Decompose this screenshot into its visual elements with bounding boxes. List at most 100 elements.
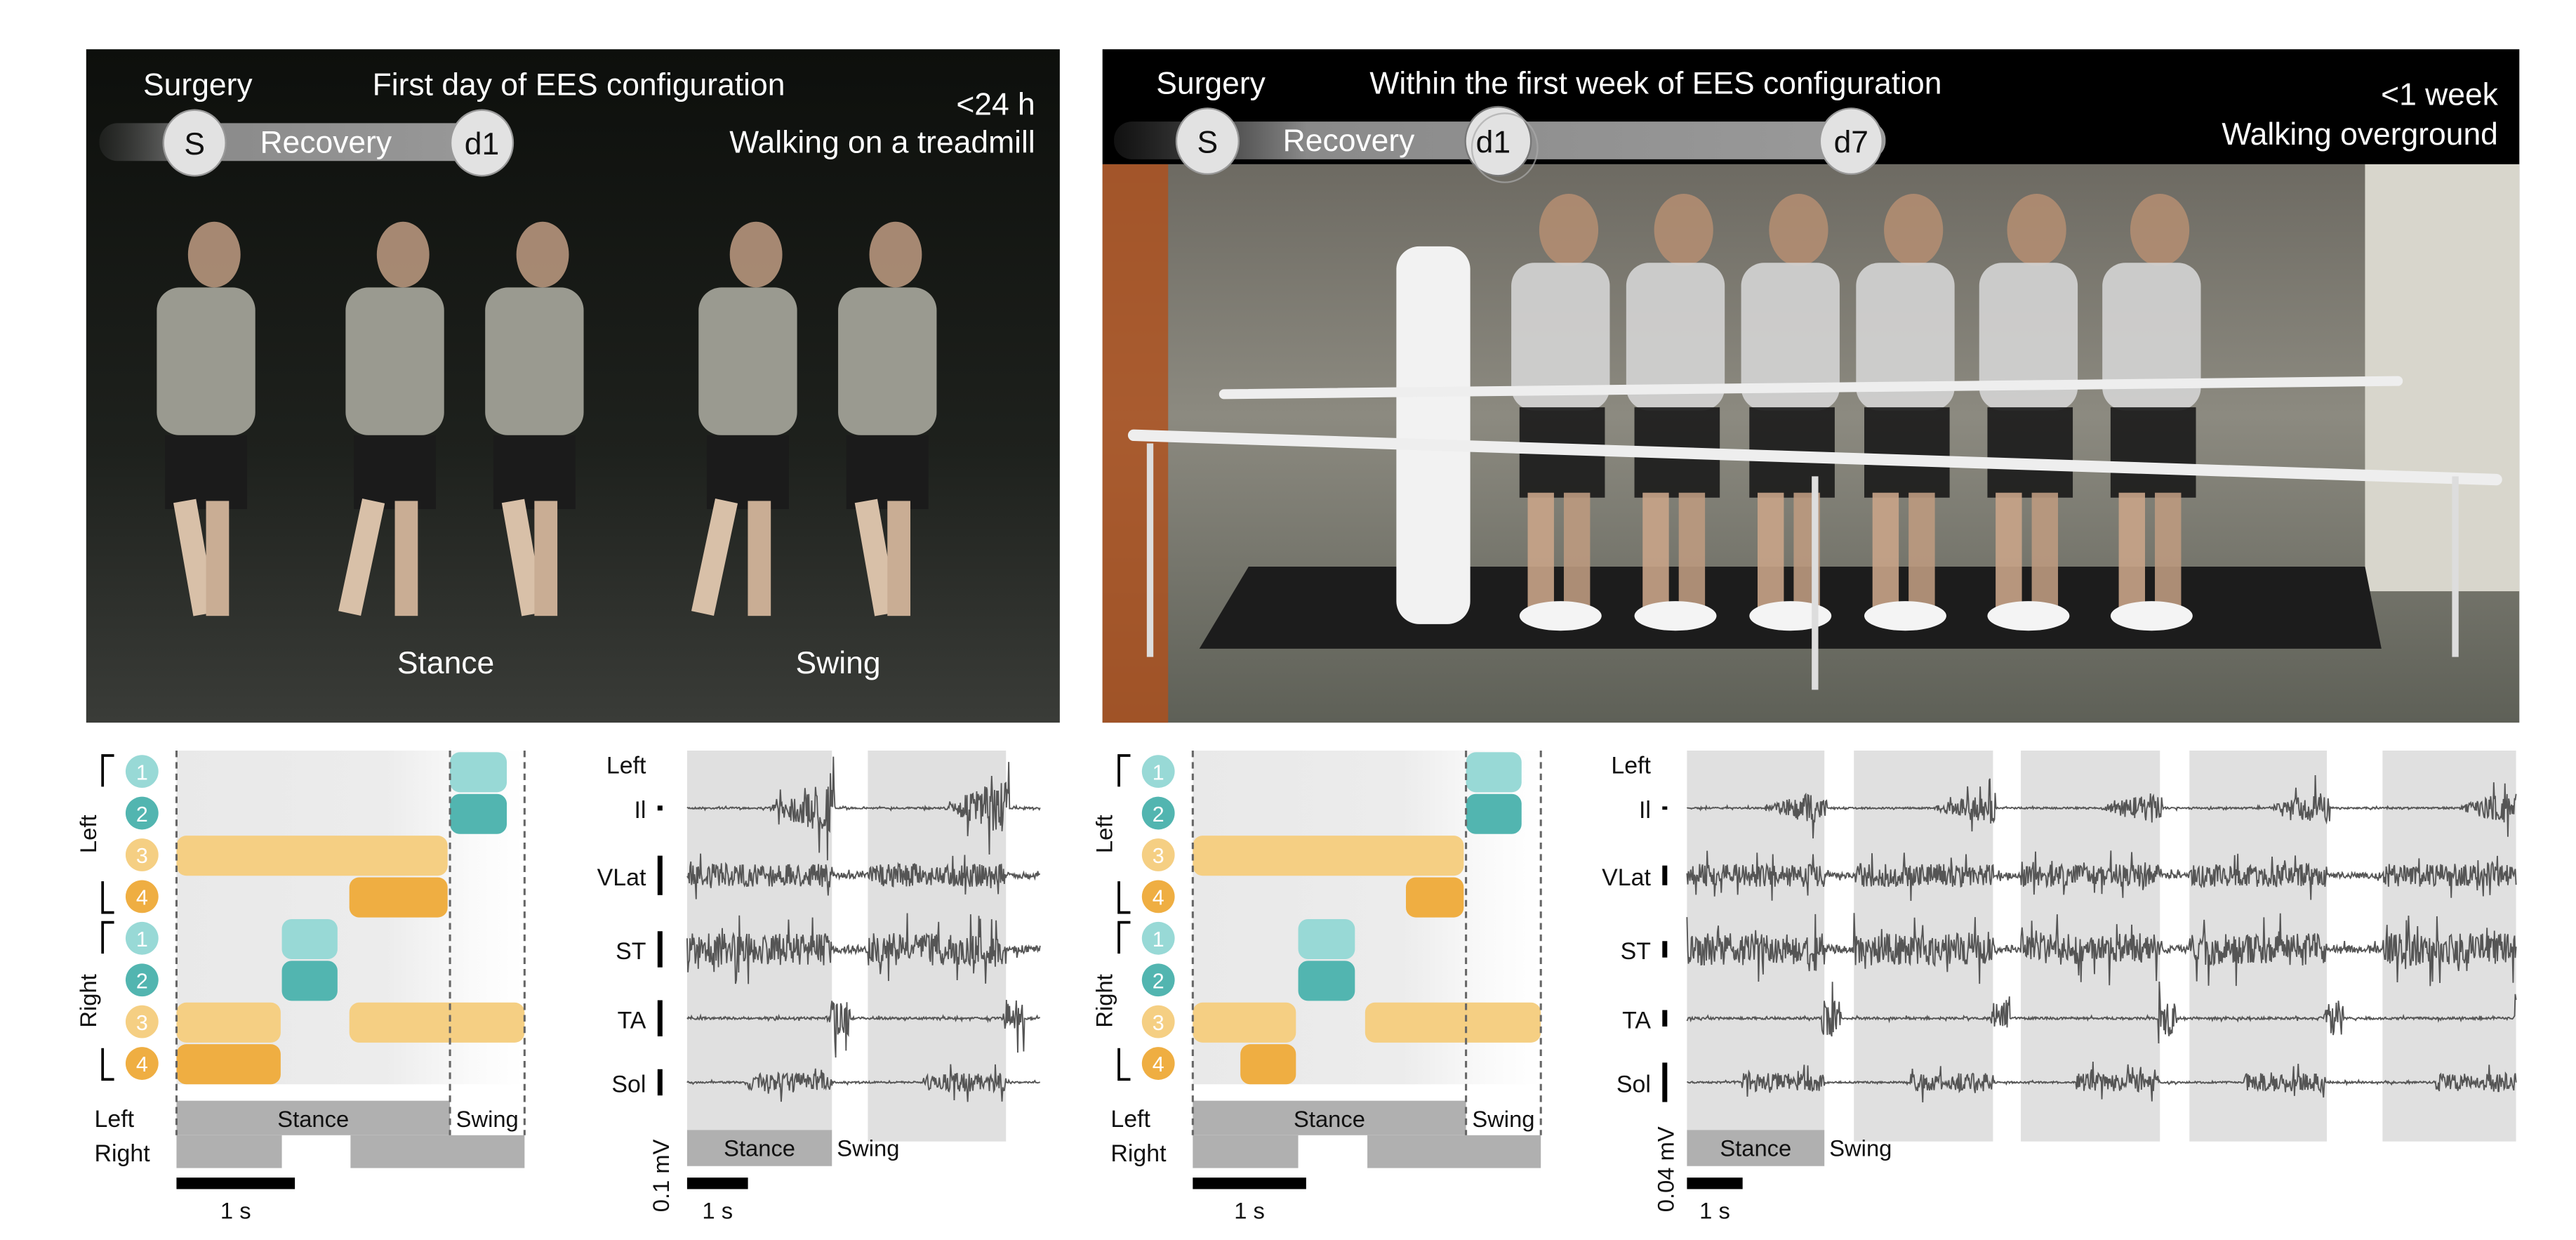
leg — [748, 501, 771, 616]
leg — [206, 501, 230, 616]
shoe — [1864, 601, 1946, 631]
stimulation-bar — [450, 752, 507, 793]
head — [1769, 194, 1828, 266]
bracket — [101, 1048, 114, 1081]
head — [2130, 194, 2190, 266]
leg — [1996, 492, 2022, 608]
condition-label: Walking overground — [2222, 117, 2498, 152]
stimulation-bar — [450, 793, 507, 834]
stance-label: Stance — [277, 1106, 349, 1132]
torso — [345, 287, 444, 435]
leg — [1908, 492, 1935, 608]
side-label: Right — [1091, 974, 1117, 1027]
leg — [1527, 492, 1554, 608]
shorts — [2110, 407, 2196, 498]
time-scale-bar — [176, 1178, 296, 1189]
condition-label: Walking on a treadmill — [729, 126, 1035, 160]
timeline-marker-label: d1 — [1476, 126, 1511, 160]
electrode-number: 2 — [1153, 969, 1164, 993]
timeline-marker-label: d1 — [465, 127, 499, 161]
head — [187, 221, 241, 288]
shorts — [706, 435, 789, 510]
overground-photo: S Recovery d1 d7 Surgery Within the firs… — [1102, 49, 2520, 723]
photo-title: Within the first week of EES configurati… — [1369, 66, 1941, 100]
electrode-number: 3 — [136, 1011, 148, 1035]
emg-side-label: Left — [1611, 753, 1651, 779]
leg — [887, 501, 911, 616]
stimulation-bar — [176, 1044, 281, 1085]
stimulation-bar — [1466, 752, 1522, 793]
amplitude-scale-bar — [657, 855, 663, 895]
head — [376, 221, 430, 288]
shorts — [165, 435, 248, 510]
head — [1884, 194, 1944, 266]
bracket — [1117, 1048, 1131, 1081]
electrode-number: 3 — [1153, 1011, 1164, 1035]
stimulation-bar — [1466, 793, 1522, 834]
leg — [2155, 492, 2182, 608]
stimulation-diagram-week1: 1 2 3 4 1 2 3 4 Left Right Stance Swing Left Right 1 s — [1091, 750, 1542, 1224]
electrode-number: 1 — [1153, 928, 1164, 951]
timeline-phase-label: Recovery — [260, 126, 392, 160]
right-stance-bar — [1193, 1135, 1299, 1168]
gait-right-label: Right — [1110, 1140, 1167, 1167]
time-scale-bar — [686, 1178, 748, 1189]
stimulation-bar — [1240, 1044, 1296, 1085]
shorts — [1987, 407, 2073, 498]
shorts — [846, 435, 929, 510]
leg — [534, 501, 558, 616]
amplitude-scale-bar — [1662, 865, 1668, 885]
electrode-number: 4 — [1153, 886, 1164, 910]
therapist — [1396, 246, 1470, 624]
side-label: Left — [75, 814, 101, 853]
leg — [1757, 492, 1784, 608]
electrode-number: 4 — [1153, 1053, 1164, 1076]
torso — [485, 287, 584, 435]
amplitude-scale-bar — [1662, 1010, 1668, 1027]
amplitude-scale-bar — [657, 931, 663, 968]
stance-label: Stance — [724, 1135, 795, 1161]
muscle-label-Il: Il — [1639, 797, 1651, 824]
electrode-number: 2 — [136, 803, 148, 826]
stance-label: Stance — [1720, 1135, 1791, 1161]
electrode-number: 1 — [136, 760, 148, 784]
bracket — [1117, 754, 1131, 787]
shorts — [493, 435, 576, 510]
head — [516, 221, 569, 288]
stimulation-bar — [281, 961, 338, 1001]
time-scale-label: 1 s — [1699, 1198, 1730, 1224]
bracket — [101, 921, 114, 954]
side-label: Right — [75, 974, 101, 1027]
muscle-label-Sol: Sol — [1616, 1071, 1651, 1097]
gait-left-label: Left — [1110, 1106, 1150, 1133]
muscle-label-Il: Il — [634, 797, 646, 824]
amplitude-scale-bar — [657, 805, 663, 811]
leg — [2031, 492, 2059, 608]
leg — [1563, 492, 1591, 608]
electrode-number: 3 — [1153, 844, 1164, 868]
emg-side-label: Left — [606, 753, 646, 779]
stimulation-diagram-day1: 1 2 3 4 1 2 3 4 Left Right Stance Swing Left Right 1 s — [75, 750, 526, 1224]
amplitude-scale-label: 0.1 mV — [648, 1139, 674, 1212]
time-scale-bar — [1193, 1178, 1306, 1189]
bracket — [1117, 921, 1131, 954]
surgery-label: Surgery — [1156, 66, 1266, 100]
time-scale-label: 1 s — [220, 1198, 251, 1224]
muscle-label-VLat: VLat — [1602, 864, 1651, 891]
figure: S Recovery d1 Surgery First day of EES c… — [75, 49, 2520, 1224]
stimulation-bar — [1406, 877, 1464, 918]
bracket — [1117, 881, 1131, 914]
bracket — [101, 754, 114, 787]
swing-label: Swing — [837, 1135, 899, 1161]
muscle-label-TA: TA — [618, 1007, 646, 1034]
shoe — [1987, 601, 2070, 631]
timeline-phase-label: Recovery — [1283, 124, 1415, 158]
electrode-number: 1 — [136, 928, 148, 951]
leg — [2118, 492, 2145, 608]
stimulation-bar — [176, 836, 448, 876]
stance-label: Stance — [1294, 1106, 1365, 1132]
muscle-label-Sol: Sol — [611, 1071, 646, 1097]
time-label: <24 h — [956, 88, 1035, 122]
shorts — [354, 435, 437, 510]
shoe — [1634, 601, 1717, 631]
